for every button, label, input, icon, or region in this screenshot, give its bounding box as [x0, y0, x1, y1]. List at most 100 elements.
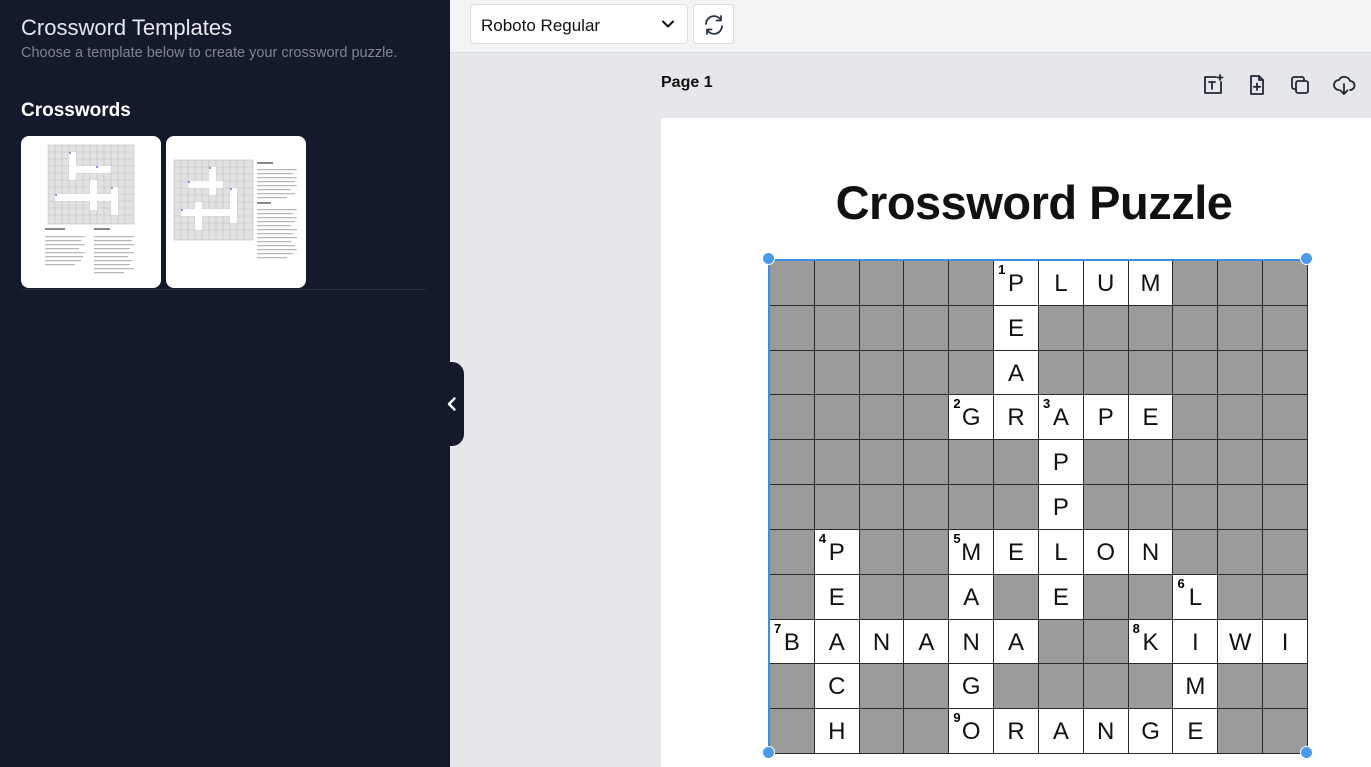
grid-cell-blocked[interactable]: [1038, 305, 1084, 351]
grid-cell[interactable]: W: [1218, 619, 1264, 665]
grid-cell-blocked[interactable]: [1218, 261, 1264, 306]
grid-cell-blocked[interactable]: [1128, 440, 1174, 486]
grid-cell[interactable]: A: [1038, 709, 1084, 754]
collapse-sidebar-button[interactable]: [440, 362, 464, 446]
grid-cell-blocked[interactable]: [1038, 619, 1084, 665]
add-page-button[interactable]: [1245, 73, 1269, 97]
grid-cell-blocked[interactable]: [1263, 261, 1308, 306]
grid-cell-blocked[interactable]: [770, 305, 815, 351]
refresh-button[interactable]: [693, 4, 734, 44]
grid-cell-blocked[interactable]: [770, 574, 815, 620]
grid-cell[interactable]: R: [994, 395, 1039, 441]
grid-cell[interactable]: N: [859, 619, 905, 665]
grid-cell-blocked[interactable]: [1218, 485, 1264, 530]
resize-handle-top-right[interactable]: [1300, 252, 1313, 265]
grid-cell-blocked[interactable]: [814, 440, 860, 486]
grid-cell-blocked[interactable]: [1263, 485, 1308, 530]
grid-cell-blocked[interactable]: [994, 574, 1039, 620]
grid-cell-blocked[interactable]: [1218, 574, 1264, 620]
grid-cell[interactable]: L: [1038, 529, 1084, 575]
grid-cell-blocked[interactable]: [904, 440, 950, 486]
grid-cell[interactable]: C: [814, 664, 860, 710]
grid-cell[interactable]: N: [1083, 709, 1129, 754]
grid-cell-blocked[interactable]: [949, 440, 995, 486]
grid-cell[interactable]: M: [1173, 664, 1219, 710]
grid-cell-blocked[interactable]: [1218, 350, 1264, 396]
grid-cell[interactable]: G: [949, 664, 995, 710]
grid-cell-blocked[interactable]: [949, 485, 995, 530]
resize-handle-top-left[interactable]: [762, 252, 775, 265]
grid-cell[interactable]: P: [1083, 395, 1129, 441]
grid-cell[interactable]: H: [814, 709, 860, 754]
grid-cell-blocked[interactable]: [859, 664, 905, 710]
grid-cell-blocked[interactable]: [1083, 619, 1129, 665]
download-button[interactable]: [1332, 73, 1356, 97]
grid-cell[interactable]: 7B: [770, 619, 815, 665]
grid-cell-blocked[interactable]: [1218, 529, 1264, 575]
grid-cell-blocked[interactable]: [859, 574, 905, 620]
grid-cell[interactable]: 8K: [1128, 619, 1174, 665]
grid-cell-blocked[interactable]: [904, 529, 950, 575]
grid-cell-blocked[interactable]: [1083, 485, 1129, 530]
grid-cell[interactable]: L: [1038, 261, 1084, 306]
grid-cell-blocked[interactable]: [1128, 305, 1174, 351]
grid-cell-blocked[interactable]: [1263, 395, 1308, 441]
grid-cell-blocked[interactable]: [904, 664, 950, 710]
grid-cell-blocked[interactable]: [1173, 261, 1219, 306]
grid-cell-blocked[interactable]: [1263, 529, 1308, 575]
grid-cell-blocked[interactable]: [770, 529, 815, 575]
grid-cell-blocked[interactable]: [1263, 574, 1308, 620]
grid-cell-blocked[interactable]: [814, 485, 860, 530]
grid-cell[interactable]: 6L: [1173, 574, 1219, 620]
grid-cell-blocked[interactable]: [1083, 574, 1129, 620]
grid-cell[interactable]: E: [1038, 574, 1084, 620]
grid-cell-blocked[interactable]: [1038, 664, 1084, 710]
grid-cell-blocked[interactable]: [1263, 440, 1308, 486]
grid-cell-blocked[interactable]: [770, 485, 815, 530]
grid-cell[interactable]: I: [1173, 619, 1219, 665]
grid-cell-blocked[interactable]: [814, 261, 860, 306]
grid-cell[interactable]: E: [814, 574, 860, 620]
grid-cell-blocked[interactable]: [770, 350, 815, 396]
grid-cell-blocked[interactable]: [1263, 350, 1308, 396]
grid-cell[interactable]: P: [1038, 440, 1084, 486]
grid-cell[interactable]: 2G: [949, 395, 995, 441]
grid-cell-blocked[interactable]: [904, 261, 950, 306]
puzzle-title[interactable]: Crossword Puzzle: [661, 175, 1371, 230]
grid-cell-blocked[interactable]: [1218, 395, 1264, 441]
grid-cell-blocked[interactable]: [1128, 574, 1174, 620]
grid-cell-blocked[interactable]: [859, 529, 905, 575]
grid-cell[interactable]: R: [994, 709, 1039, 754]
grid-cell[interactable]: 4P: [814, 529, 860, 575]
grid-cell-blocked[interactable]: [1083, 305, 1129, 351]
grid-cell-blocked[interactable]: [1218, 709, 1264, 754]
grid-cell[interactable]: O: [1083, 529, 1129, 575]
grid-cell-blocked[interactable]: [904, 395, 950, 441]
grid-cell-blocked[interactable]: [814, 305, 860, 351]
grid-cell-blocked[interactable]: [1128, 350, 1174, 396]
grid-cell-blocked[interactable]: [770, 261, 815, 306]
grid-cell-blocked[interactable]: [814, 350, 860, 396]
grid-cell-blocked[interactable]: [994, 485, 1039, 530]
grid-cell-blocked[interactable]: [770, 440, 815, 486]
grid-cell-blocked[interactable]: [1038, 350, 1084, 396]
grid-cell-blocked[interactable]: [859, 485, 905, 530]
grid-cell[interactable]: 9O: [949, 709, 995, 754]
grid-cell[interactable]: U: [1083, 261, 1129, 306]
crossword-grid[interactable]: 1PLUMEA2GR3APEPP4P5MELONEAE6L7BANANA8KIW…: [768, 259, 1308, 754]
grid-cell-blocked[interactable]: [1083, 664, 1129, 710]
grid-cell-blocked[interactable]: [1263, 305, 1308, 351]
grid-cell-blocked[interactable]: [904, 485, 950, 530]
grid-cell-blocked[interactable]: [1173, 305, 1219, 351]
grid-cell[interactable]: 5M: [949, 529, 995, 575]
grid-cell[interactable]: G: [1128, 709, 1174, 754]
grid-cell[interactable]: A: [949, 574, 995, 620]
grid-cell[interactable]: 3A: [1038, 395, 1084, 441]
grid-cell-blocked[interactable]: [994, 440, 1039, 486]
grid-cell-blocked[interactable]: [949, 350, 995, 396]
grid-cell-blocked[interactable]: [1263, 664, 1308, 710]
grid-cell-blocked[interactable]: [904, 574, 950, 620]
grid-cell[interactable]: E: [994, 529, 1039, 575]
grid-cell-blocked[interactable]: [1083, 440, 1129, 486]
grid-cell-blocked[interactable]: [859, 709, 905, 754]
